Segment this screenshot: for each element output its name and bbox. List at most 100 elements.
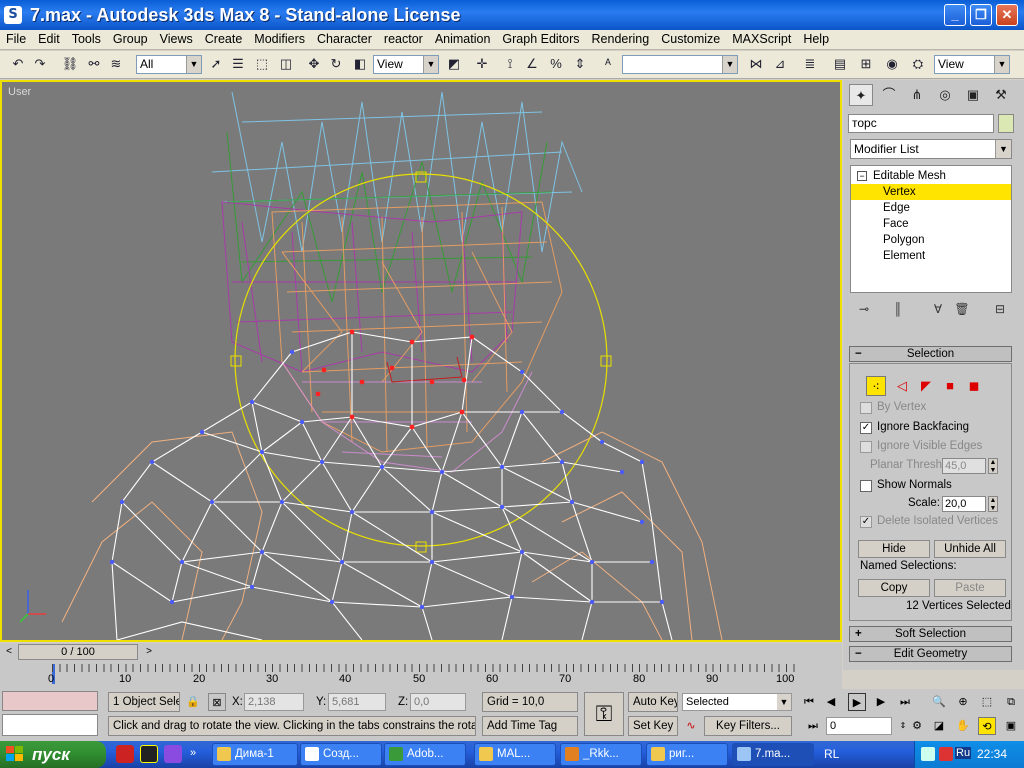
- x-coordinate-field[interactable]: 2,138: [244, 693, 304, 711]
- pin-stack-icon[interactable]: ⊸: [854, 300, 874, 318]
- by-vertex-checkbox[interactable]: [860, 402, 872, 414]
- zoom-extents-all-icon[interactable]: ⧉: [1002, 693, 1020, 711]
- menu-character[interactable]: Character: [311, 30, 378, 46]
- quick-launch-app-icon[interactable]: [140, 745, 158, 763]
- select-and-link-icon[interactable]: ⛓: [60, 54, 80, 74]
- language-indicator[interactable]: RL: [824, 747, 839, 761]
- current-frame-field[interactable]: 0: [826, 717, 892, 735]
- absolute-mode-icon[interactable]: ⊠: [208, 693, 226, 711]
- menu-views[interactable]: Views: [154, 30, 199, 46]
- mirror-icon[interactable]: ⋈: [746, 54, 766, 74]
- motion-tab-icon[interactable]: ◎: [933, 84, 957, 106]
- viewport-user[interactable]: User: [0, 80, 842, 642]
- task-adobe[interactable]: Adob...: [384, 743, 466, 766]
- select-manipulate-icon[interactable]: ✛: [472, 54, 492, 74]
- key-filter-dropdown[interactable]: Selected ▼: [682, 693, 792, 711]
- hierarchy-tab-icon[interactable]: ⋔: [905, 84, 929, 106]
- tray-app-icon[interactable]: [921, 747, 935, 761]
- maxscript-input[interactable]: [2, 714, 98, 736]
- render-scene-icon[interactable]: ⛭: [908, 54, 928, 74]
- quick-launch-app-icon[interactable]: [116, 745, 134, 763]
- curve-editor-icon[interactable]: ▤: [830, 54, 850, 74]
- menu-help[interactable]: Help: [797, 30, 835, 46]
- set-key-icon[interactable]: ⚿: [584, 692, 624, 736]
- time-slider-thumb[interactable]: 0 / 100: [18, 644, 138, 660]
- menu-tools[interactable]: Tools: [66, 30, 107, 46]
- menu-animation[interactable]: Animation: [429, 30, 497, 46]
- spinner-arrows-icon[interactable]: ▲ ▼: [988, 458, 998, 474]
- prev-key-icon[interactable]: ◀: [822, 693, 840, 711]
- rect-selection-icon[interactable]: ⬚: [252, 54, 272, 74]
- remove-modifier-icon[interactable]: 🗑: [952, 300, 972, 318]
- 3dsmax-app-icon[interactable]: S: [4, 6, 22, 24]
- add-time-tag-button[interactable]: Add Time Tag: [482, 716, 578, 736]
- menu-create[interactable]: Create: [199, 30, 249, 46]
- polygon-subobject-icon[interactable]: ■: [940, 376, 960, 396]
- element-subobject-icon[interactable]: ◼: [964, 376, 984, 396]
- unhide-all-button[interactable]: Unhide All: [934, 540, 1006, 558]
- stack-item-edge[interactable]: Edge: [851, 200, 1011, 216]
- copy-button[interactable]: Copy: [858, 579, 930, 597]
- percent-snap-icon[interactable]: %: [546, 54, 566, 74]
- menu-customize[interactable]: Customize: [655, 30, 726, 46]
- schematic-view-icon[interactable]: ⊞: [856, 54, 876, 74]
- show-end-result-icon[interactable]: ║: [888, 300, 908, 318]
- pan-icon[interactable]: ✋: [954, 717, 972, 735]
- goto-start-icon[interactable]: ⏮: [800, 693, 818, 711]
- ignore-backfacing-checkbox[interactable]: ✓: [860, 422, 872, 434]
- key-filters-button[interactable]: Key Filters...: [704, 716, 792, 736]
- task-folder[interactable]: риг...: [646, 743, 728, 766]
- reference-coord-dropdown[interactable]: View ▼: [373, 55, 439, 74]
- stack-item-face[interactable]: Face: [851, 216, 1011, 232]
- key-mode-curve-icon[interactable]: ∿: [682, 717, 700, 735]
- set-key-button[interactable]: Set Key: [628, 716, 678, 736]
- angle-snap-icon[interactable]: ∠: [522, 54, 542, 74]
- stack-item-element[interactable]: Element: [851, 248, 1011, 264]
- object-color-swatch[interactable]: [998, 114, 1014, 133]
- start-button[interactable]: пуск: [0, 741, 106, 768]
- prev-frame-arrow-icon[interactable]: <: [2, 645, 16, 659]
- task-word[interactable]: Созд...: [300, 743, 382, 766]
- zoom-icon[interactable]: 🔍: [930, 693, 948, 711]
- vertex-subobject-icon[interactable]: ⁖: [866, 376, 886, 396]
- window-crossing-icon[interactable]: ◫: [276, 54, 296, 74]
- menu-edit[interactable]: Edit: [32, 30, 66, 46]
- minimize-button[interactable]: _: [944, 4, 966, 26]
- menu-reactor[interactable]: reactor: [378, 30, 429, 46]
- rotate-icon[interactable]: ↻: [326, 54, 346, 74]
- redo-icon[interactable]: ↷: [30, 54, 50, 74]
- edit-named-selections-icon[interactable]: ᴬ: [598, 54, 618, 74]
- tray-language-icon[interactable]: Ru: [955, 747, 972, 759]
- create-tab-icon[interactable]: ✦: [849, 84, 873, 106]
- task-mal[interactable]: MAL...: [474, 743, 556, 766]
- tray-app-icon[interactable]: [939, 747, 953, 761]
- task-rkk[interactable]: _Rkk...: [560, 743, 642, 766]
- menu-maxscript[interactable]: MAXScript: [726, 30, 797, 46]
- unlink-icon[interactable]: ⚯: [84, 54, 104, 74]
- task-3dsmax[interactable]: 7.ma...: [732, 743, 814, 766]
- make-unique-icon[interactable]: ∀: [928, 300, 948, 318]
- configure-sets-icon[interactable]: ⊟: [990, 300, 1010, 318]
- play-icon[interactable]: ▶: [848, 693, 866, 711]
- bind-space-warp-icon[interactable]: ≋: [106, 54, 126, 74]
- stack-item-vertex[interactable]: Vertex: [851, 184, 1011, 200]
- z-coordinate-field[interactable]: 0,0: [410, 693, 466, 711]
- goto-end-icon[interactable]: ⏭: [896, 693, 914, 711]
- next-frame-arrow-icon[interactable]: >: [142, 645, 156, 659]
- quick-launch-app-icon[interactable]: [164, 745, 182, 763]
- next-key-icon[interactable]: ▶: [872, 693, 890, 711]
- more-quick-launch-icon[interactable]: »: [190, 747, 196, 759]
- zoom-all-icon[interactable]: ⊕: [954, 693, 972, 711]
- auto-key-button[interactable]: Auto Key: [628, 692, 678, 712]
- selection-rollout-header[interactable]: − Selection: [849, 346, 1012, 362]
- modifier-list-dropdown[interactable]: Modifier List ▼: [850, 139, 1012, 159]
- task-dima[interactable]: Дима-1: [212, 743, 298, 766]
- layer-manager-icon[interactable]: ≣: [800, 54, 820, 74]
- timeline-track[interactable]: 0 10 20 30 40 50 60 70 80 90 100: [0, 661, 842, 689]
- time-config-icon[interactable]: ⚙: [908, 717, 926, 735]
- arc-rotate-icon[interactable]: ⟲: [978, 717, 996, 735]
- soft-selection-rollout-header[interactable]: + Soft Selection: [849, 626, 1012, 642]
- planar-thresh-spinner[interactable]: 45,0: [942, 458, 986, 474]
- menu-modifiers[interactable]: Modifiers: [248, 30, 311, 46]
- close-button[interactable]: ✕: [996, 4, 1018, 26]
